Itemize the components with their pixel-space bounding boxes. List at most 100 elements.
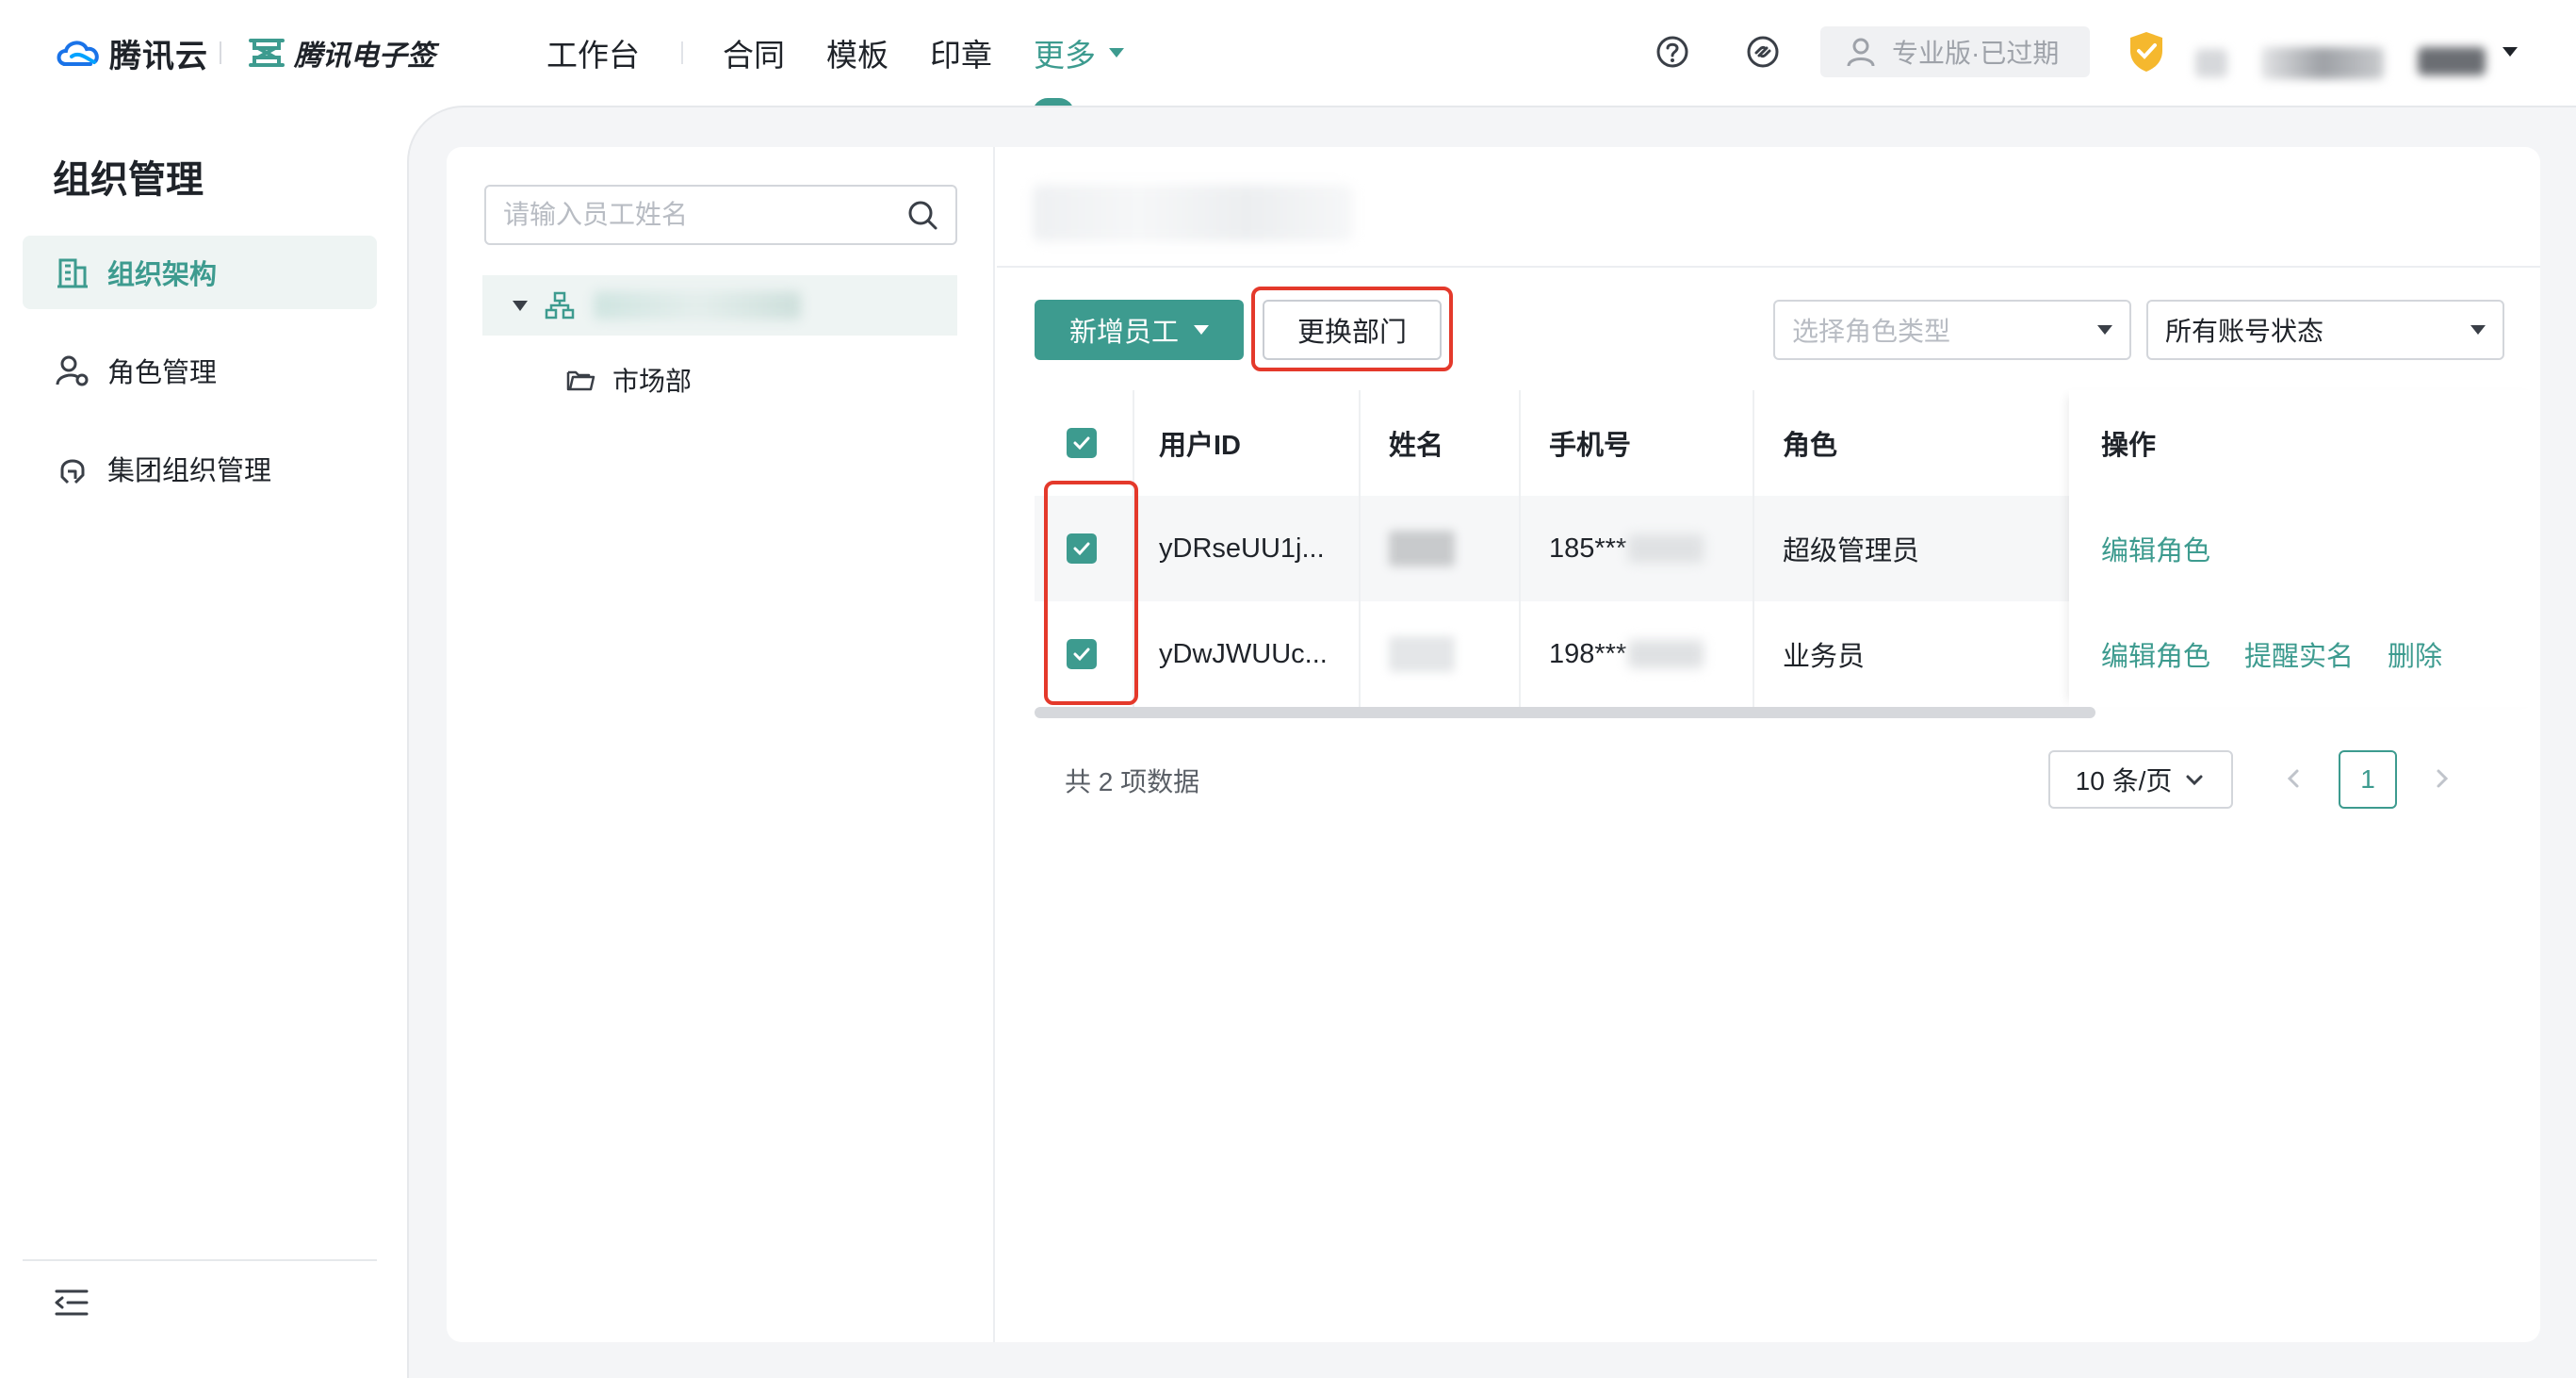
add-employee-button[interactable]: 新增员工 — [1035, 300, 1244, 360]
redacted-org[interactable] — [2418, 47, 2486, 75]
highlight-change-department — [1251, 287, 1453, 371]
link-icon[interactable] — [1743, 32, 1783, 72]
help-icon[interactable] — [1653, 32, 1692, 72]
phone-cell: 198*** — [1549, 601, 1704, 707]
user-menu-caret-icon[interactable] — [2503, 47, 2518, 57]
name-cell — [1389, 496, 1455, 601]
phone-prefix: 198*** — [1549, 638, 1627, 669]
nav-divider — [681, 41, 683, 64]
column-header-name[interactable]: 姓名 — [1389, 390, 1443, 496]
cloud-logo-icon — [57, 41, 99, 66]
table-horizontal-scrollbar[interactable] — [1035, 707, 2095, 718]
folder-icon — [566, 370, 595, 391]
sidebar-item-group-org[interactable]: 集团组织管理 — [23, 432, 377, 505]
operations-column: 操作 编辑角色 编辑角色 提醒实名 删除 — [2069, 390, 2540, 707]
top-bar: 腾讯云 腾讯电子签 工作台 合同 模板 印章 更多 专业版·已过期 — [0, 0, 2576, 113]
redacted-name — [1389, 636, 1455, 672]
employee-search[interactable] — [484, 185, 957, 245]
column-divider — [1753, 390, 1754, 707]
main-nav: 工作台 合同 模板 印章 更多 — [546, 28, 1166, 77]
esign-name: 腾讯电子签 — [294, 41, 435, 72]
account-status-select[interactable]: 所有账号状态 — [2146, 300, 2504, 360]
caret-down-icon — [1194, 325, 1209, 335]
sidebar-item-role-management[interactable]: 角色管理 — [23, 334, 377, 407]
user-icon — [1847, 38, 1875, 67]
redacted-company-name — [594, 291, 801, 320]
version-badge[interactable]: 专业版·已过期 — [1820, 26, 2090, 77]
role-cell: 业务员 — [1783, 642, 1866, 672]
sidebar-item-org-structure[interactable]: 组织架构 — [23, 236, 377, 309]
esign-logo-icon — [249, 39, 285, 67]
tencent-cloud-logo[interactable]: 腾讯云 — [53, 32, 208, 74]
role-type-placeholder: 选择角色类型 — [1792, 317, 1951, 346]
esign-logo[interactable]: 腾讯电子签 — [247, 32, 435, 74]
check-icon — [1073, 436, 1090, 451]
select-all-checkbox[interactable] — [1067, 428, 1097, 458]
nav-contracts[interactable]: 合同 — [723, 30, 785, 75]
logo-divider — [220, 41, 221, 64]
tencent-cloud-name: 腾讯云 — [109, 38, 208, 74]
verified-shield-icon[interactable] — [2128, 30, 2165, 74]
redacted-phone — [1628, 640, 1704, 668]
prev-page-icon[interactable] — [2278, 763, 2308, 794]
edit-role-link[interactable]: 编辑角色 — [2101, 634, 2210, 674]
nav-workbench[interactable]: 工作台 — [546, 30, 640, 75]
account-status-value: 所有账号状态 — [2165, 317, 2324, 346]
sidebar-title: 组织管理 — [53, 159, 204, 201]
page-size-value: 10 条/页 — [2075, 766, 2173, 796]
edit-role-link[interactable]: 编辑角色 — [2101, 529, 2210, 568]
page-size-select[interactable]: 10 条/页 — [2048, 750, 2233, 809]
column-header-user-id[interactable]: 用户ID — [1159, 390, 1241, 496]
org-tree-icon — [545, 291, 575, 320]
sidebar: 组织管理 组织架构 角色管理 集团组织管理 — [0, 106, 407, 1378]
nav-templates[interactable]: 模板 — [826, 30, 889, 75]
nav-more-label: 更多 — [1034, 38, 1096, 73]
phone-cell: 185*** — [1549, 496, 1704, 601]
redacted-phone — [1628, 534, 1704, 563]
sidebar-item-label: 组织架构 — [107, 260, 218, 290]
next-page-icon[interactable] — [2427, 763, 2457, 794]
column-header-actions: 操作 — [2101, 431, 2157, 461]
collapse-menu-icon[interactable] — [53, 1284, 90, 1321]
phone-prefix: 185*** — [1549, 533, 1627, 564]
nav-seals[interactable]: 印章 — [930, 30, 992, 75]
role-cell: 超级管理员 — [1783, 536, 1920, 566]
nav-more[interactable]: 更多 — [1034, 30, 1124, 75]
sidebar-item-label: 集团组织管理 — [107, 456, 272, 486]
building-icon — [57, 258, 88, 288]
user-id-cell: yDwJWUUc... — [1159, 638, 1328, 669]
tree-root-node[interactable] — [482, 275, 957, 336]
redacted-avatar[interactable] — [2195, 49, 2227, 77]
name-cell — [1389, 601, 1455, 707]
department-name: 市场部 — [612, 367, 693, 396]
redacted-name — [1389, 531, 1455, 566]
remind-verify-link[interactable]: 提醒实名 — [2244, 634, 2354, 674]
sidebar-divider — [23, 1259, 377, 1261]
add-employee-label: 新增员工 — [1068, 318, 1179, 348]
user-id-cell: yDRseUU1j... — [1159, 533, 1325, 564]
tree-node-department[interactable]: 市场部 — [565, 356, 692, 403]
group-org-icon — [60, 459, 85, 484]
delete-link[interactable]: 删除 — [2388, 634, 2442, 674]
total-count: 共 2 项数据 — [1065, 767, 1200, 796]
search-input[interactable] — [503, 200, 906, 230]
chevron-down-icon — [2186, 775, 2203, 786]
column-header-role[interactable]: 角色 — [1783, 390, 1837, 496]
header-divider — [997, 266, 2540, 268]
role-type-select[interactable]: 选择角色类型 — [1773, 300, 2131, 360]
row-actions: 编辑角色 提醒实名 删除 — [2101, 601, 2476, 707]
sidebar-item-label: 角色管理 — [107, 358, 218, 388]
redacted-username[interactable] — [2261, 47, 2384, 79]
row-actions: 编辑角色 — [2101, 496, 2244, 601]
caret-down-icon — [2470, 325, 2486, 335]
expand-caret-icon[interactable] — [513, 300, 528, 311]
caret-down-icon — [1109, 48, 1124, 57]
version-text: 专业版·已过期 — [1892, 39, 2060, 68]
column-divider — [1359, 390, 1361, 707]
redacted-breadcrumb — [1033, 185, 1353, 241]
search-icon[interactable] — [906, 199, 938, 231]
column-header-phone[interactable]: 手机号 — [1549, 390, 1631, 496]
caret-down-icon — [2097, 325, 2112, 335]
user-gear-icon — [56, 355, 89, 386]
page-number-button[interactable]: 1 — [2339, 750, 2397, 809]
